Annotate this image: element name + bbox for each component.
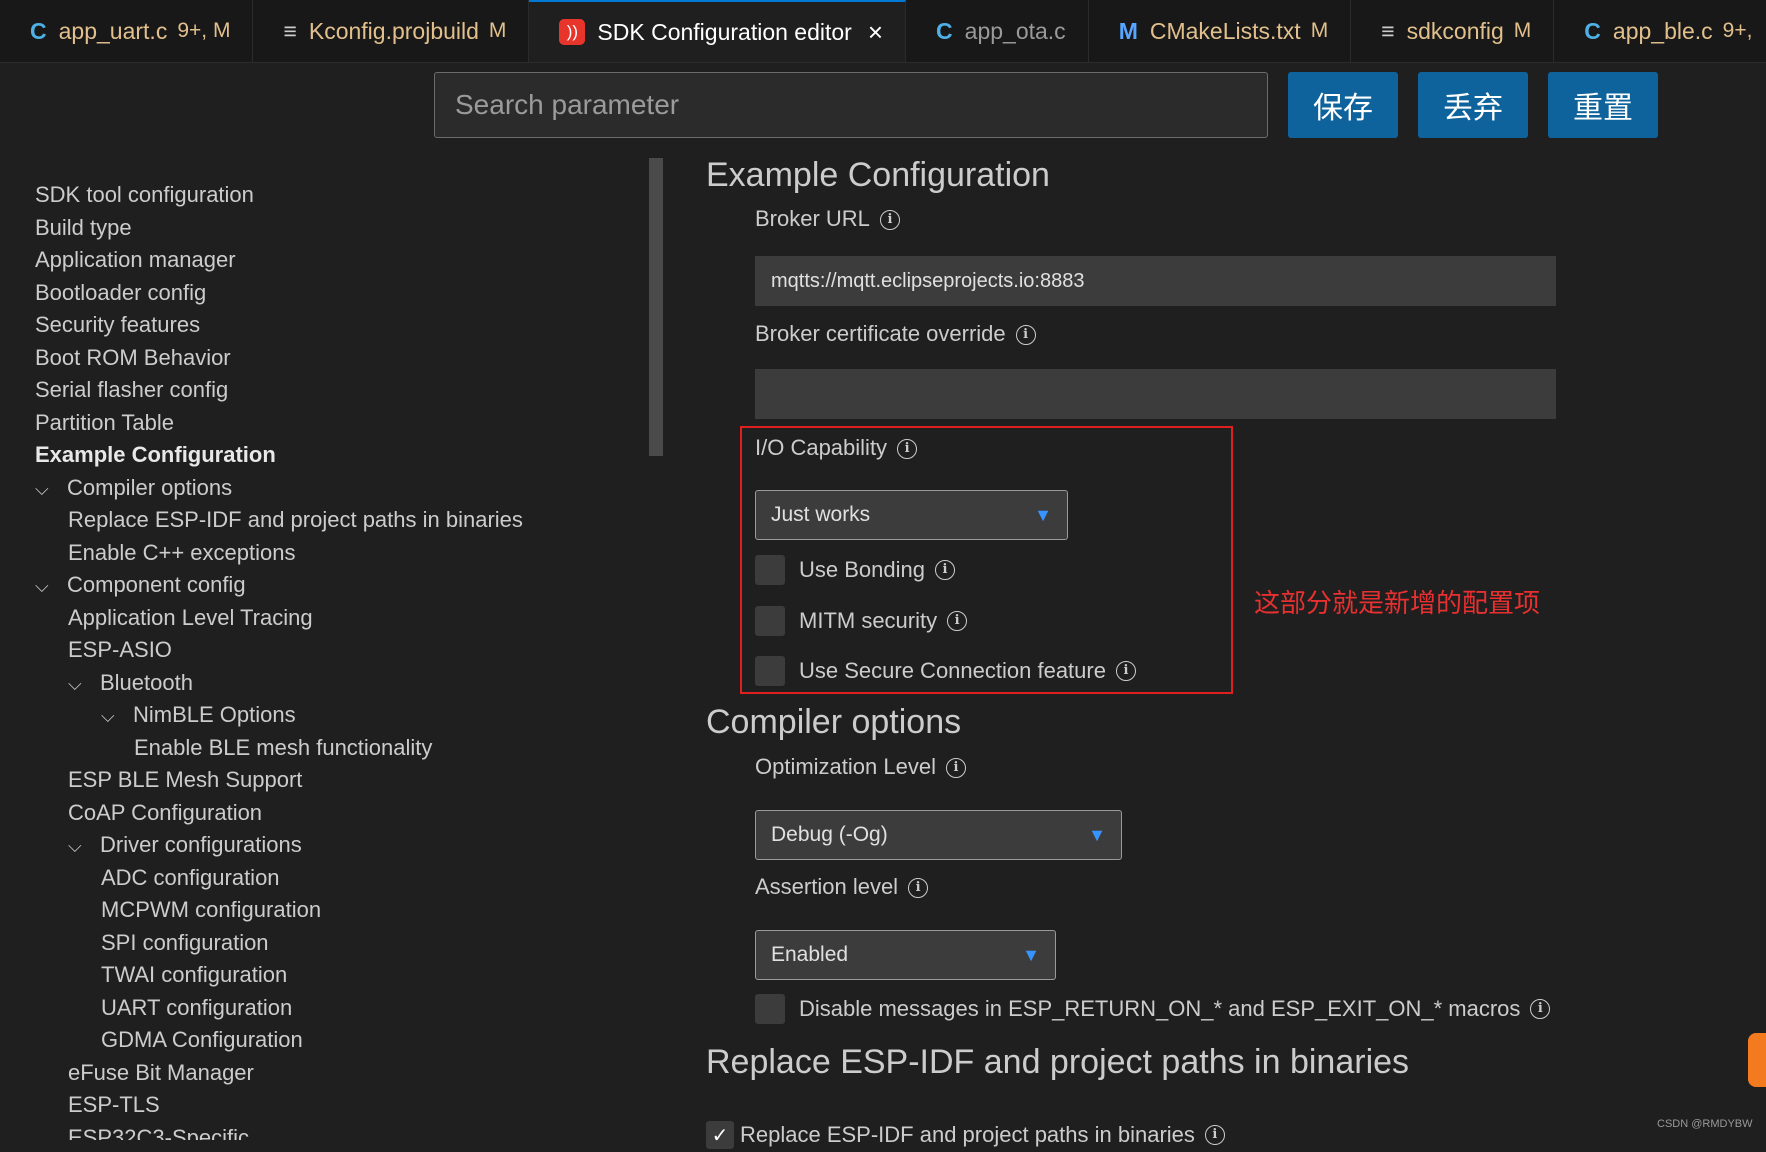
replace-paths-checkbox-row[interactable]: ✓ Replace ESP-IDF and project paths in b… — [706, 1118, 1225, 1152]
section-title-example: Example Configuration — [706, 156, 1050, 194]
mitm-checkbox[interactable] — [755, 606, 785, 636]
select-value: Enabled — [771, 943, 849, 966]
checkbox-label: Replace ESP-IDF and project paths in bin… — [740, 1122, 1195, 1147]
floating-widget[interactable] — [1748, 1033, 1766, 1087]
section-title-replace-paths: Replace ESP-IDF and project paths in bin… — [706, 1043, 1410, 1081]
checkbox-label: Use Bonding — [799, 557, 925, 582]
checkbox-label: Use Secure Connection feature — [799, 658, 1106, 683]
select-value: Debug (-Og) — [771, 823, 888, 846]
io-capability-label: I/O Capability i — [755, 435, 918, 461]
chevron-down-icon: ▼ — [1022, 944, 1040, 965]
label-text: Assertion level — [755, 874, 899, 899]
info-icon[interactable]: i — [879, 210, 900, 231]
chevron-down-icon: ▼ — [1088, 824, 1106, 845]
mitm-checkbox-row[interactable]: MITM security i — [755, 604, 968, 638]
checkbox-label: Disable messages in ESP_RETURN_ON_* and … — [799, 996, 1521, 1021]
broker-url-input[interactable] — [755, 256, 1556, 306]
secure-connection-checkbox-row[interactable]: Use Secure Connection feature i — [755, 654, 1136, 688]
io-capability-select[interactable]: Just works ▼ — [755, 490, 1068, 540]
info-icon[interactable]: i — [945, 758, 966, 779]
watermark: CSDN @RMDYBW — [1657, 1118, 1753, 1130]
config-content: Example Configuration Broker URL i Broker… — [0, 0, 1766, 1149]
select-value: Just works — [771, 503, 871, 526]
broker-cert-input[interactable] — [755, 369, 1556, 419]
broker-url-label: Broker URL i — [755, 206, 900, 232]
label-text: Broker URL — [755, 206, 870, 231]
info-icon[interactable]: i — [1015, 325, 1036, 346]
info-icon[interactable]: i — [908, 878, 929, 899]
info-icon[interactable]: i — [947, 611, 968, 631]
checkbox-label: MITM security — [799, 608, 938, 633]
info-icon[interactable]: i — [1530, 999, 1551, 1019]
disable-messages-checkbox-row[interactable]: Disable messages in ESP_RETURN_ON_* and … — [755, 992, 1551, 1026]
annotation-note: 这部分就是新增的配置项 — [1254, 589, 1541, 619]
disable-messages-checkbox[interactable] — [755, 994, 785, 1024]
label-text: I/O Capability — [755, 435, 888, 460]
assertion-level-select[interactable]: Enabled ▼ — [755, 930, 1056, 980]
info-icon[interactable]: i — [1204, 1125, 1225, 1145]
use-bonding-checkbox[interactable] — [755, 555, 785, 585]
section-title-compiler: Compiler options — [706, 703, 962, 741]
secure-connection-checkbox[interactable] — [755, 656, 785, 686]
broker-cert-label: Broker certificate override i — [755, 321, 1036, 347]
check-icon[interactable]: ✓ — [706, 1121, 734, 1149]
use-bonding-checkbox-row[interactable]: Use Bonding i — [755, 553, 955, 587]
info-icon[interactable]: i — [934, 560, 955, 580]
optimization-level-select[interactable]: Debug (-Og) ▼ — [755, 810, 1122, 860]
optimization-level-label: Optimization Level i — [755, 754, 966, 780]
info-icon[interactable]: i — [897, 439, 918, 460]
chevron-down-icon: ▼ — [1034, 504, 1052, 525]
label-text: Broker certificate override — [755, 321, 1006, 346]
assertion-level-label: Assertion level i — [755, 874, 929, 900]
info-icon[interactable]: i — [1115, 661, 1136, 681]
label-text: Optimization Level — [755, 754, 936, 779]
